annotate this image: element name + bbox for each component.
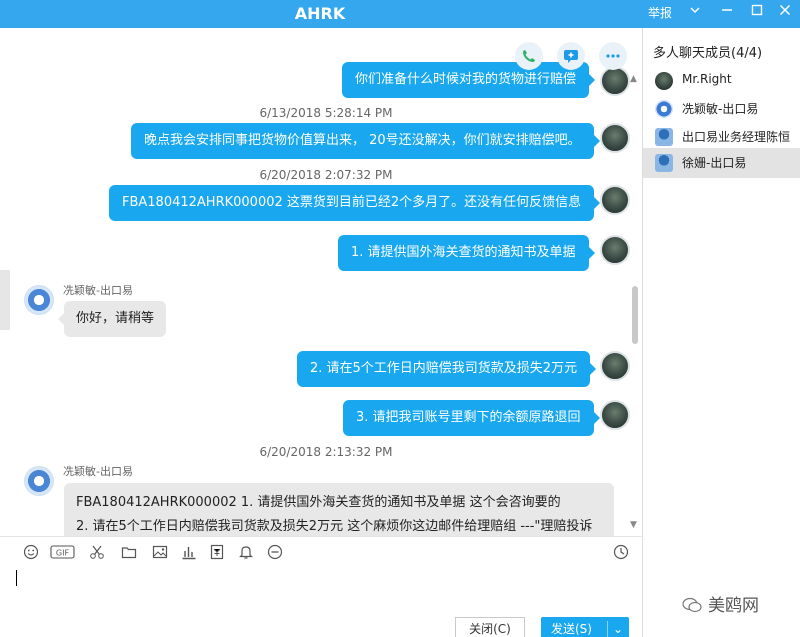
- close-window-button[interactable]: [774, 0, 796, 26]
- message-text: 1. 请提供国外海关查货的通知书及单据: [351, 245, 576, 260]
- message-text: FBA180412AHRK000002 这票货到目前已经2个多月了。还没有任何反…: [122, 195, 582, 210]
- image-icon[interactable]: [151, 543, 169, 561]
- message-add-icon: [564, 50, 578, 63]
- chevron-down-icon[interactable]: [684, 0, 706, 26]
- chart-icon[interactable]: [180, 543, 198, 561]
- receipt-icon[interactable]: [208, 543, 226, 561]
- message-bubble-incoming: FBA180412AHRK000002 1. 请提供国外海关查货的通知书及单据 …: [64, 483, 614, 536]
- message-bubble-outgoing: 晚点我会安排同事把货物价值算出来， 20号还没解决，你们就安排赔偿吧。: [131, 123, 600, 159]
- message-bubble-outgoing: 3. 请把我司账号里剩下的余额原路退回: [343, 400, 600, 436]
- agent-avatar[interactable]: [24, 466, 54, 496]
- member-name: 徐姗-出口易: [682, 156, 747, 170]
- member-avatar: [655, 72, 673, 90]
- scissors-icon[interactable]: [88, 543, 106, 561]
- member-name: Mr.Right: [682, 72, 732, 86]
- sender-name: 冼颖敏-出口易: [63, 284, 133, 297]
- scroll-up-icon[interactable]: ▲: [630, 74, 637, 84]
- member-name: 出口易业务经理陈恒: [682, 130, 791, 144]
- member-name: 冼颖敏-出口易: [682, 102, 759, 116]
- members-title: 多人聊天成员(4/4): [653, 46, 763, 61]
- send-button[interactable]: 发送(S) ⌄: [541, 617, 629, 637]
- message-text: 晚点我会安排同事把货物价值算出来， 20号还没解决，你们就安排赔偿吧。: [144, 133, 581, 148]
- message-bubble-incoming: 你好，请稍等: [57, 301, 167, 337]
- bell-icon[interactable]: [237, 543, 255, 561]
- message-text: 你好，请稍等: [76, 311, 155, 326]
- report-link[interactable]: 举报: [648, 0, 672, 26]
- message-bubble-outgoing: FBA180412AHRK000002 这票货到目前已经2个多月了。还没有任何反…: [109, 185, 601, 221]
- members-panel: 多人聊天成员(4/4) Mr.Right 冼颖敏-出口易 出口易业务经理陈恒 徐…: [642, 28, 800, 637]
- message-bubble-outgoing: 1. 请提供国外海关查货的通知书及单据: [338, 235, 595, 271]
- member-avatar: [655, 154, 673, 172]
- user-avatar[interactable]: [600, 66, 630, 96]
- left-edge-strip: [0, 270, 10, 330]
- send-button-label: 发送(S): [551, 622, 592, 636]
- user-avatar[interactable]: [600, 123, 630, 153]
- member-avatar: [655, 100, 673, 118]
- member-item-selected[interactable]: 徐姗-出口易: [643, 148, 800, 178]
- timestamp: 6/20/2018 2:07:32 PM: [259, 168, 393, 182]
- gif-icon[interactable]: GIF: [50, 543, 76, 561]
- minimize-button[interactable]: [716, 0, 738, 26]
- svg-text:GIF: GIF: [56, 549, 70, 558]
- message-bubble-outgoing: 2. 请在5个工作日内赔偿我司货款及损失2万元: [297, 351, 597, 387]
- watermark: 美鸥网: [682, 591, 759, 616]
- user-avatar[interactable]: [600, 235, 630, 265]
- message-text: 2. 请在5个工作日内赔偿我司货款及损失2万元 这个麻烦你这边邮件给理赔组 --…: [76, 519, 593, 534]
- chat-history[interactable]: 你们准备什么时候对我的货物进行赔偿 6/13/2018 5:28:14 PM 晚…: [10, 28, 642, 536]
- input-toolbar: GIF: [0, 536, 642, 566]
- history-icon[interactable]: [612, 543, 630, 561]
- more-button[interactable]: [599, 42, 627, 70]
- window-title: AHRK: [294, 4, 346, 23]
- member-item[interactable]: 冼颖敏-出口易: [643, 94, 800, 124]
- scroll-down-icon[interactable]: ▼: [630, 520, 637, 530]
- message-bubble-outgoing: 你们准备什么时候对我的货物进行赔偿: [342, 62, 596, 98]
- emoji-icon[interactable]: [22, 543, 40, 561]
- timestamp: 6/20/2018 2:13:32 PM: [259, 445, 393, 459]
- user-avatar[interactable]: [600, 400, 630, 430]
- message-text: 你们准备什么时候对我的货物进行赔偿: [355, 72, 577, 87]
- minus-circle-icon[interactable]: [266, 543, 284, 561]
- call-button[interactable]: [515, 42, 543, 70]
- folder-icon[interactable]: [120, 543, 138, 561]
- maximize-button[interactable]: [746, 0, 768, 26]
- member-item[interactable]: Mr.Right: [643, 66, 800, 96]
- message-input[interactable]: [10, 566, 630, 616]
- timestamp: 6/13/2018 5:28:14 PM: [259, 106, 393, 120]
- wechat-icon: [682, 597, 702, 613]
- message-text: 2. 请在5个工作日内赔偿我司货款及损失2万元: [310, 361, 578, 376]
- message-text: FBA180412AHRK000002 1. 请提供国外海关查货的通知书及单据 …: [76, 495, 561, 510]
- user-avatar[interactable]: [600, 185, 630, 215]
- send-options-icon[interactable]: ⌄: [613, 617, 623, 637]
- add-message-button[interactable]: [557, 42, 585, 70]
- close-button[interactable]: 关闭(C): [455, 617, 525, 637]
- user-avatar[interactable]: [600, 351, 630, 381]
- send-divider: [607, 621, 608, 637]
- chat-scrollbar[interactable]: [632, 286, 638, 344]
- phone-icon: [523, 50, 535, 62]
- message-text: 3. 请把我司账号里剩下的余额原路退回: [356, 410, 581, 425]
- text-caret: [16, 570, 17, 586]
- title-bar: AHRK 举报: [0, 0, 800, 28]
- member-avatar: [655, 128, 673, 146]
- watermark-text: 美鸥网: [708, 596, 759, 616]
- agent-avatar[interactable]: [24, 285, 54, 315]
- sender-name: 冼颖敏-出口易: [63, 465, 133, 478]
- more-icon: [606, 54, 620, 58]
